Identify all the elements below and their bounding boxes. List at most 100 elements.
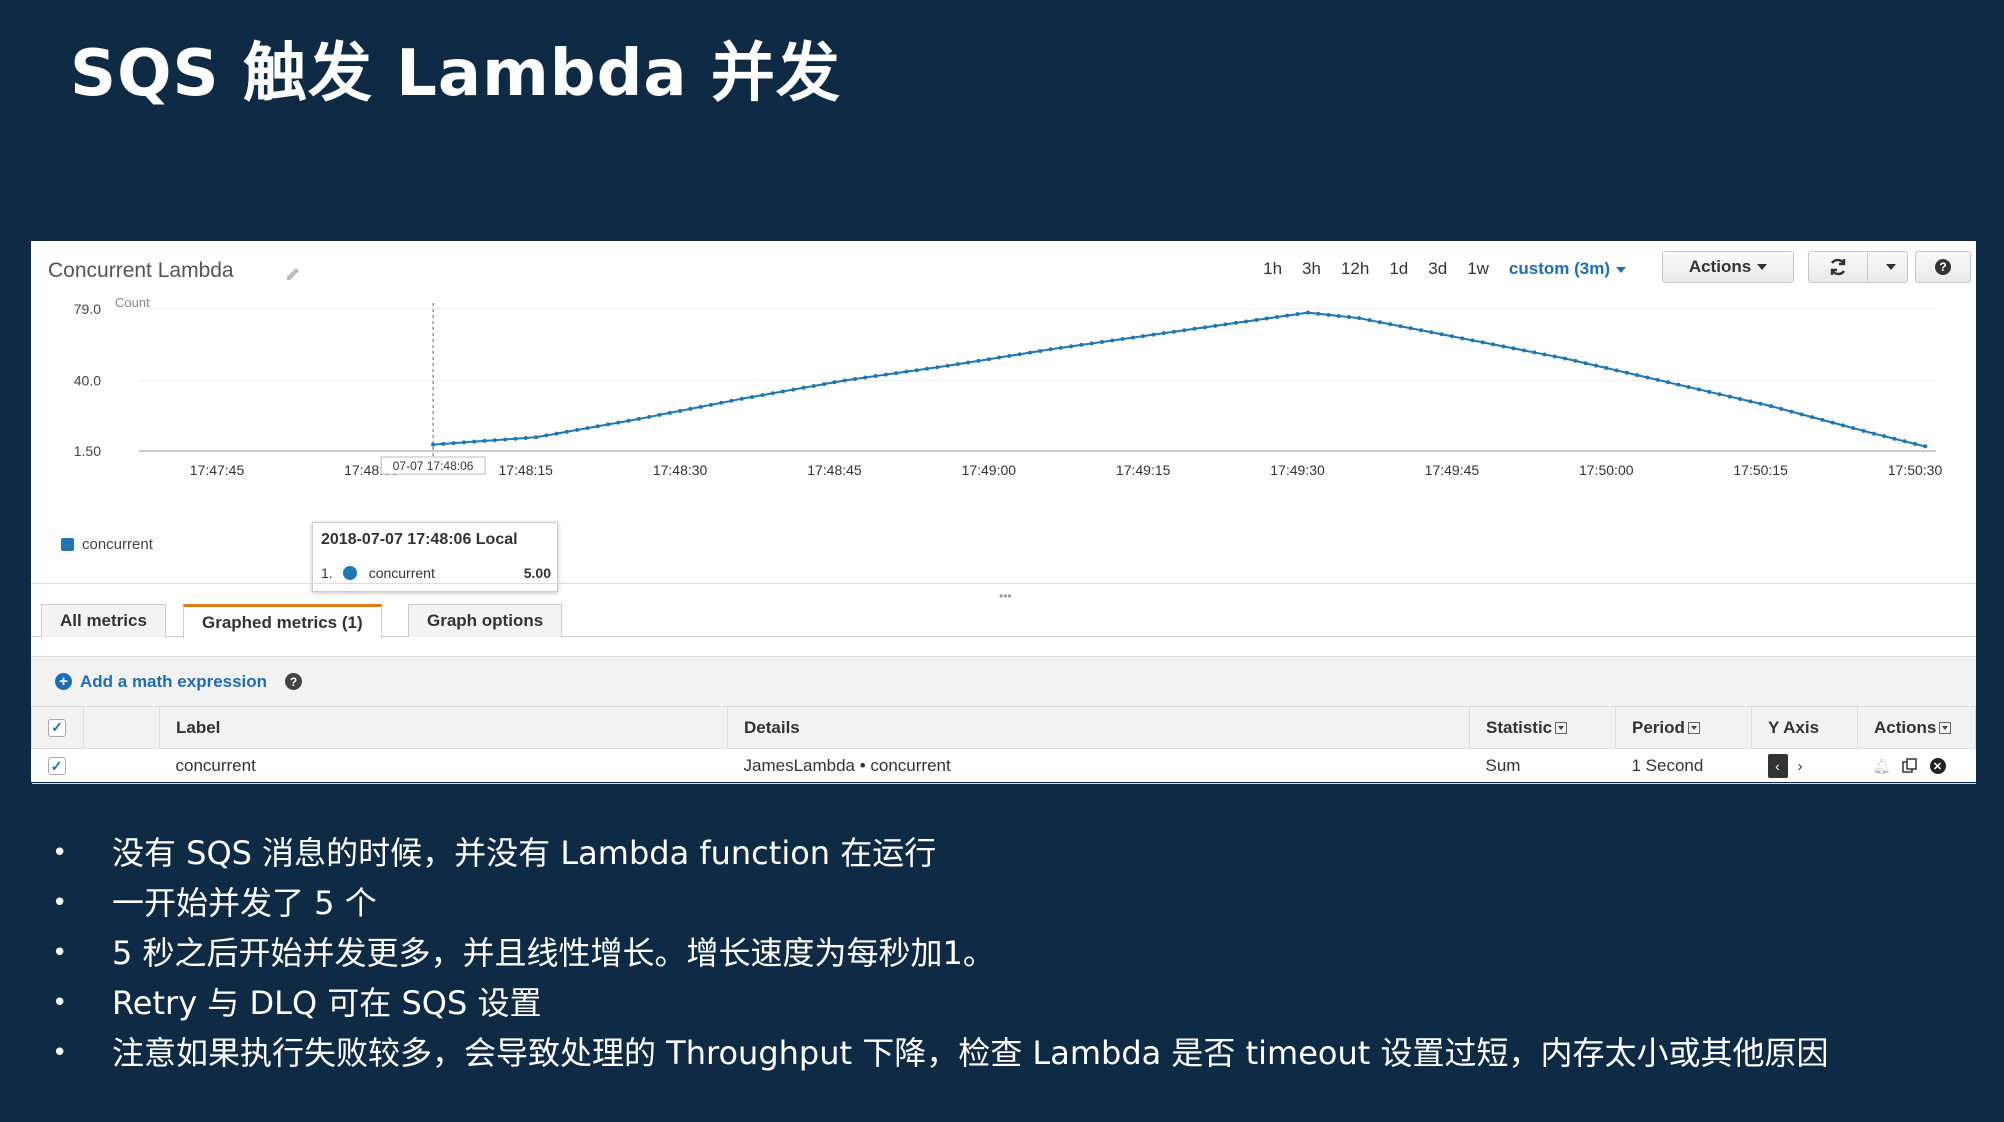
data-point: [698, 404, 703, 409]
yaxis-right-button[interactable]: ›: [1798, 758, 1803, 775]
row-checkbox[interactable]: ✓: [47, 757, 66, 775]
plus-circle-icon[interactable]: +: [55, 673, 72, 690]
add-math-expression-link[interactable]: Add a math expression: [80, 672, 267, 692]
tab-graph-options[interactable]: Graph options: [408, 604, 563, 637]
copy-icon[interactable]: [1901, 758, 1918, 774]
data-point: [1347, 315, 1351, 320]
row-label[interactable]: concurrent: [159, 748, 728, 784]
data-point: [1779, 406, 1784, 411]
data-point: [1264, 316, 1269, 321]
data-point: [801, 385, 806, 390]
data-point: [955, 362, 960, 367]
data-point: [873, 374, 878, 379]
range-1d[interactable]: 1d: [1379, 255, 1418, 283]
data-point: [1830, 420, 1835, 425]
pencil-icon[interactable]: [284, 263, 302, 281]
data-point: [1223, 322, 1228, 327]
range-12h[interactable]: 12h: [1331, 255, 1379, 283]
data-point: [1810, 415, 1815, 420]
x-tick-label: 17:48:30: [653, 462, 708, 478]
chart-legend[interactable]: concurrent: [61, 536, 153, 553]
data-point: [1593, 363, 1598, 368]
bullet-item: • 5 秒之后开始并发更多，并且线性增长。增长速度为每秒加1。: [52, 928, 1828, 978]
data-point: [1676, 382, 1681, 387]
data-point: [1727, 394, 1732, 399]
data-point: [441, 441, 446, 446]
range-custom[interactable]: custom (3m): [1499, 255, 1636, 283]
data-point: [739, 396, 744, 401]
bullet-item: • 一开始并发了 5 个: [52, 878, 1828, 928]
data-point: [1089, 341, 1094, 346]
data-point: [1768, 404, 1773, 409]
data-point: [1501, 344, 1506, 349]
data-point: [729, 398, 734, 403]
bullet-text: 一开始并发了 5 个: [112, 884, 377, 922]
x-tick-label: 17:48:45: [807, 462, 862, 478]
graph-divider: [31, 583, 1976, 584]
range-1w[interactable]: 1w: [1457, 255, 1499, 283]
range-1h[interactable]: 1h: [1253, 255, 1292, 283]
range-3h[interactable]: 3h: [1292, 255, 1331, 283]
remove-icon[interactable]: ✕: [1929, 758, 1946, 774]
slide-title: SQS 触发 Lambda 并发: [70, 37, 841, 111]
bullet-list: • 没有 SQS 消息的时候，并没有 Lambda function 在运行 • 一…: [52, 828, 1828, 1078]
statistic-header[interactable]: Statistic: [1469, 706, 1616, 749]
actions-header[interactable]: Actions: [1857, 706, 1976, 749]
bell-icon[interactable]: 🔔︎: [1873, 758, 1891, 774]
data-point: [1707, 389, 1712, 394]
resize-handle-icon[interactable]: •••: [999, 589, 1012, 603]
data-point: [760, 393, 765, 398]
actions-dropdown-button[interactable]: Actions: [1662, 251, 1794, 283]
data-point: [1038, 348, 1043, 353]
bullet-marker: •: [52, 838, 68, 868]
row-period[interactable]: 1 Second: [1615, 748, 1752, 784]
table-header-row: ✓ Label Details Statistic Period Y Axis …: [31, 706, 1976, 749]
data-point: [1079, 342, 1084, 347]
graph-title[interactable]: Concurrent Lambda: [48, 259, 234, 283]
data-point: [1398, 324, 1403, 329]
data-point: [585, 426, 590, 431]
y-tick-label: 40.0: [74, 372, 101, 388]
data-point: [1552, 354, 1557, 359]
series-line-concurrent: [433, 311, 1926, 448]
data-point: [883, 372, 888, 377]
data-point: [1120, 337, 1125, 342]
tooltip-title: 2018-07-07 17:48:06 Local: [321, 531, 518, 548]
data-point: [1840, 423, 1845, 428]
data-point: [945, 363, 950, 368]
yaxis-left-button[interactable]: ‹: [1767, 754, 1788, 778]
sort-icon: [1555, 722, 1568, 735]
tab-all-metrics[interactable]: All metrics: [41, 604, 166, 637]
data-point: [503, 437, 508, 442]
x-tick-label: 17:50:00: [1579, 462, 1634, 478]
data-point: [1820, 417, 1825, 422]
data-point: [894, 371, 899, 376]
data-point: [1377, 320, 1382, 325]
period-header[interactable]: Period: [1615, 706, 1752, 749]
data-point: [1449, 334, 1454, 339]
data-point: [791, 387, 796, 392]
data-point: [1408, 326, 1413, 331]
data-point: [986, 357, 991, 362]
data-point: [935, 365, 940, 370]
data-point: [1100, 339, 1105, 344]
select-all-checkbox[interactable]: ✓: [48, 718, 66, 737]
tab-graphed-metrics[interactable]: Graphed metrics (1): [183, 604, 382, 638]
row-statistic[interactable]: Sum: [1469, 748, 1616, 784]
data-point: [1027, 350, 1032, 355]
refresh-button[interactable]: [1808, 251, 1868, 283]
data-point: [678, 408, 683, 413]
range-3d[interactable]: 3d: [1418, 255, 1457, 283]
time-range-selector: 1h 3h 12h 1d 3d 1w custom (3m): [1253, 255, 1636, 283]
bullet-item: • 没有 SQS 消息的时候，并没有 Lambda function 在运行: [52, 828, 1828, 878]
data-point: [564, 429, 569, 434]
data-point: [1274, 315, 1279, 320]
data-point: [1491, 342, 1496, 347]
help-icon[interactable]: ?: [285, 673, 303, 690]
graphed-metrics-table: ✓ Label Details Statistic Period Y Axis …: [31, 706, 1976, 784]
data-point: [544, 433, 549, 438]
data-point: [811, 383, 816, 388]
help-button[interactable]: ?: [1915, 251, 1971, 283]
refresh-interval-dropdown[interactable]: [1868, 251, 1908, 283]
data-point: [966, 360, 971, 365]
